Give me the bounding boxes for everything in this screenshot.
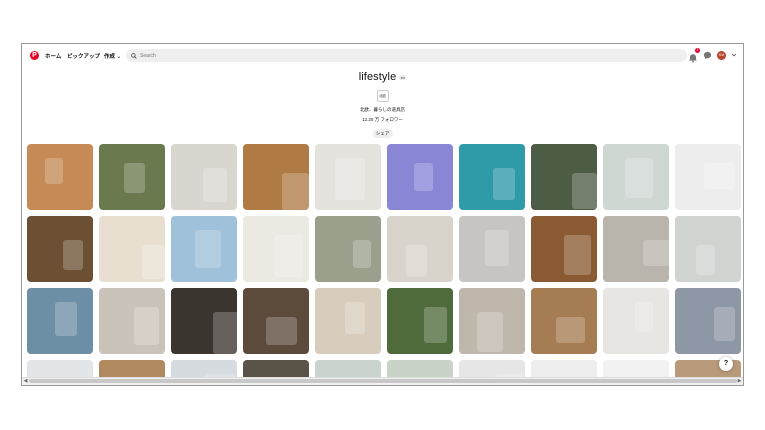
scrollbar-thumb[interactable] (29, 379, 737, 383)
pin-image[interactable] (171, 288, 237, 354)
pin-photo-detail (704, 163, 735, 189)
pin-image[interactable] (27, 144, 93, 210)
pin-photo-detail (55, 302, 77, 336)
search-bar[interactable] (126, 49, 687, 62)
pin-photo-detail (134, 307, 159, 345)
pin-photo-detail (556, 317, 585, 343)
pin-photo-detail (353, 240, 371, 268)
pin-image[interactable] (243, 216, 309, 282)
pin-image[interactable] (99, 288, 165, 354)
pin-image[interactable] (387, 144, 453, 210)
help-button[interactable]: ? (719, 357, 733, 371)
notification-badge: 1 (695, 48, 700, 53)
more-options-button[interactable]: ••• (399, 74, 407, 80)
pin-photo-detail (424, 307, 447, 343)
pin-photo-detail (696, 245, 715, 275)
board-title-row: lifestyle ••• (22, 70, 743, 84)
pin-image[interactable] (603, 144, 669, 210)
scroll-left-icon[interactable]: ◀ (22, 378, 29, 385)
pin-photo-detail (564, 235, 591, 275)
pin-photo-detail (635, 302, 653, 332)
share-button[interactable]: シェア (372, 129, 393, 138)
pin-image[interactable] (243, 144, 309, 210)
pin-photo-detail (266, 317, 297, 345)
pin-image[interactable] (459, 216, 525, 282)
user-avatar[interactable]: KM (717, 50, 726, 60)
pin-image[interactable] (387, 216, 453, 282)
owner-name[interactable]: 北欧、暮らしの道具店 (22, 107, 743, 113)
pin-image[interactable] (675, 216, 741, 282)
header-actions: 1 KM (688, 48, 737, 63)
pin-photo-detail (63, 240, 83, 270)
pin-photo-detail (45, 158, 63, 184)
notifications-button[interactable]: 1 (688, 48, 700, 63)
pin-photo-detail (643, 240, 669, 266)
follower-count[interactable]: 12.20 万 フォロワー (22, 117, 743, 123)
pin-photo-detail (274, 235, 303, 277)
pin-photo-detail (213, 312, 237, 354)
pin-photo-detail (414, 163, 433, 191)
scroll-right-icon[interactable]: ▶ (736, 378, 743, 385)
pin-photo-detail (282, 173, 309, 210)
pin-image[interactable] (387, 288, 453, 354)
messages-icon[interactable] (703, 51, 712, 60)
pin-grid (27, 144, 743, 380)
pin-image[interactable] (243, 288, 309, 354)
pin-image[interactable] (171, 144, 237, 210)
bell-icon (689, 54, 697, 63)
pin-image[interactable] (531, 216, 597, 282)
pin-photo-detail (714, 307, 735, 341)
pin-photo-detail (195, 230, 221, 268)
chevron-down-icon: ⌄ (116, 54, 122, 60)
pin-image[interactable] (675, 288, 741, 354)
pin-image[interactable] (27, 288, 93, 354)
pin-photo-detail (572, 173, 597, 209)
pin-image[interactable] (171, 216, 237, 282)
pin-image[interactable] (675, 144, 741, 210)
nav-create-dropdown[interactable]: 作成 ⌄ (104, 52, 121, 60)
board-title: lifestyle (358, 71, 397, 83)
pin-image[interactable] (27, 216, 93, 282)
search-input[interactable] (137, 50, 660, 61)
pin-image[interactable] (603, 216, 669, 282)
pin-image[interactable] (459, 288, 525, 354)
pin-image[interactable] (99, 216, 165, 282)
pin-photo-detail (406, 245, 427, 277)
pin-image[interactable] (99, 144, 165, 210)
pin-photo-detail (625, 158, 653, 198)
owner-logo[interactable]: 北欧 (376, 90, 389, 102)
nav-home[interactable]: ホーム (45, 52, 61, 60)
browser-window: P ホーム ピックアップ 作成 ⌄ 1 KM (21, 43, 744, 386)
pin-photo-detail (335, 158, 365, 200)
horizontal-scrollbar[interactable]: ◀ ▶ (22, 377, 743, 385)
pin-image[interactable] (315, 216, 381, 282)
pin-image[interactable] (603, 288, 669, 354)
top-navigation: P ホーム ピックアップ 作成 ⌄ 1 KM (22, 44, 743, 68)
board-header: lifestyle ••• 北欧 北欧、暮らしの道具店 12.20 万 フォロワ… (22, 70, 743, 138)
pin-image[interactable] (531, 288, 597, 354)
pin-photo-detail (203, 168, 227, 202)
pin-image[interactable] (531, 144, 597, 210)
pin-photo-detail (124, 163, 145, 193)
pin-photo-detail (493, 168, 515, 200)
pin-photo-detail (485, 230, 509, 266)
chevron-down-icon[interactable] (731, 52, 737, 58)
pin-photo-detail (345, 302, 365, 334)
pin-image[interactable] (459, 144, 525, 210)
pin-photo-detail (477, 312, 503, 352)
pin-image[interactable] (315, 144, 381, 210)
pin-photo-detail (142, 245, 165, 279)
pin-image[interactable] (315, 288, 381, 354)
nav-pickup[interactable]: ピックアップ (67, 52, 100, 60)
pinterest-logo-icon[interactable]: P (30, 51, 39, 60)
nav-create-label: 作成 (104, 54, 116, 60)
